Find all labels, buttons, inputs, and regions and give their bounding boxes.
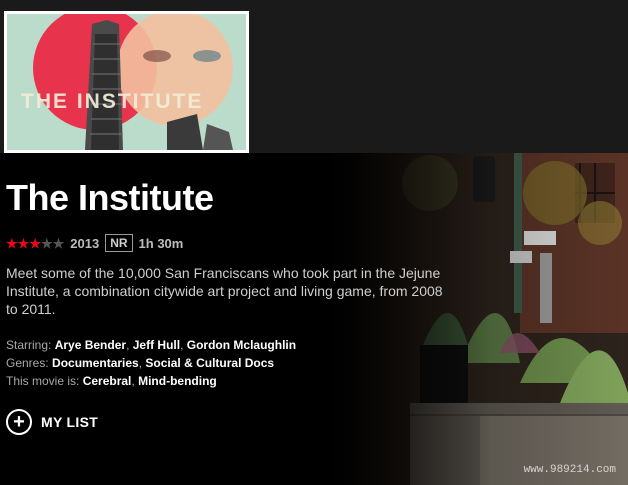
star-rating[interactable]: ★ ★ ★ ★ ★ xyxy=(6,237,64,250)
tags-label: This movie is: xyxy=(6,374,80,388)
my-list-label: MY LIST xyxy=(41,414,99,430)
cast-link[interactable]: Gordon Mclaughlin xyxy=(187,338,296,352)
star-icon[interactable]: ★ xyxy=(53,237,65,250)
genres-label: Genres: xyxy=(6,356,49,370)
my-list-button[interactable]: + MY LIST xyxy=(6,409,98,435)
meta-row: ★ ★ ★ ★ ★ 2013 NR 1h 30m xyxy=(6,234,183,252)
genre-link[interactable]: Social & Cultural Docs xyxy=(145,356,274,370)
genres-row: Genres: Documentaries, Social & Cultural… xyxy=(6,356,275,370)
detail-panel: The Institute ★ ★ ★ ★ ★ 2013 NR 1h 30m M… xyxy=(0,153,628,485)
release-year: 2013 xyxy=(70,235,100,251)
cast-link[interactable]: Arye Bender xyxy=(55,338,126,352)
tag-link[interactable]: Mind-bending xyxy=(138,374,217,388)
star-icon[interactable]: ★ xyxy=(41,237,53,250)
synopsis: Meet some of the 10,000 San Franciscans … xyxy=(6,265,443,317)
plus-circle-icon[interactable]: + xyxy=(6,409,32,435)
poster-title-text: THE INSTITUTE xyxy=(21,90,204,113)
duration: 1h 30m xyxy=(138,235,184,251)
title-poster-card[interactable]: THE INSTITUTE xyxy=(4,11,249,153)
credits: Starring: Arye Bender, Jeff Hull, Gordon… xyxy=(6,336,296,390)
starring-row: Starring: Arye Bender, Jeff Hull, Gordon… xyxy=(6,338,297,352)
movie-title: The Institute xyxy=(6,177,214,218)
tags-row: This movie is: Cerebral, Mind-bending xyxy=(6,374,217,388)
watermark: www.989214.com xyxy=(523,464,616,476)
star-icon[interactable]: ★ xyxy=(6,237,18,250)
cast-link[interactable]: Jeff Hull xyxy=(133,338,180,352)
poster-artwork xyxy=(7,14,246,150)
starring-label: Starring: xyxy=(6,338,52,352)
star-icon[interactable]: ★ xyxy=(18,237,30,250)
genre-link[interactable]: Documentaries xyxy=(52,356,139,370)
tag-link[interactable]: Cerebral xyxy=(83,374,132,388)
star-icon[interactable]: ★ xyxy=(29,237,41,250)
maturity-rating-badge: NR xyxy=(105,234,133,252)
